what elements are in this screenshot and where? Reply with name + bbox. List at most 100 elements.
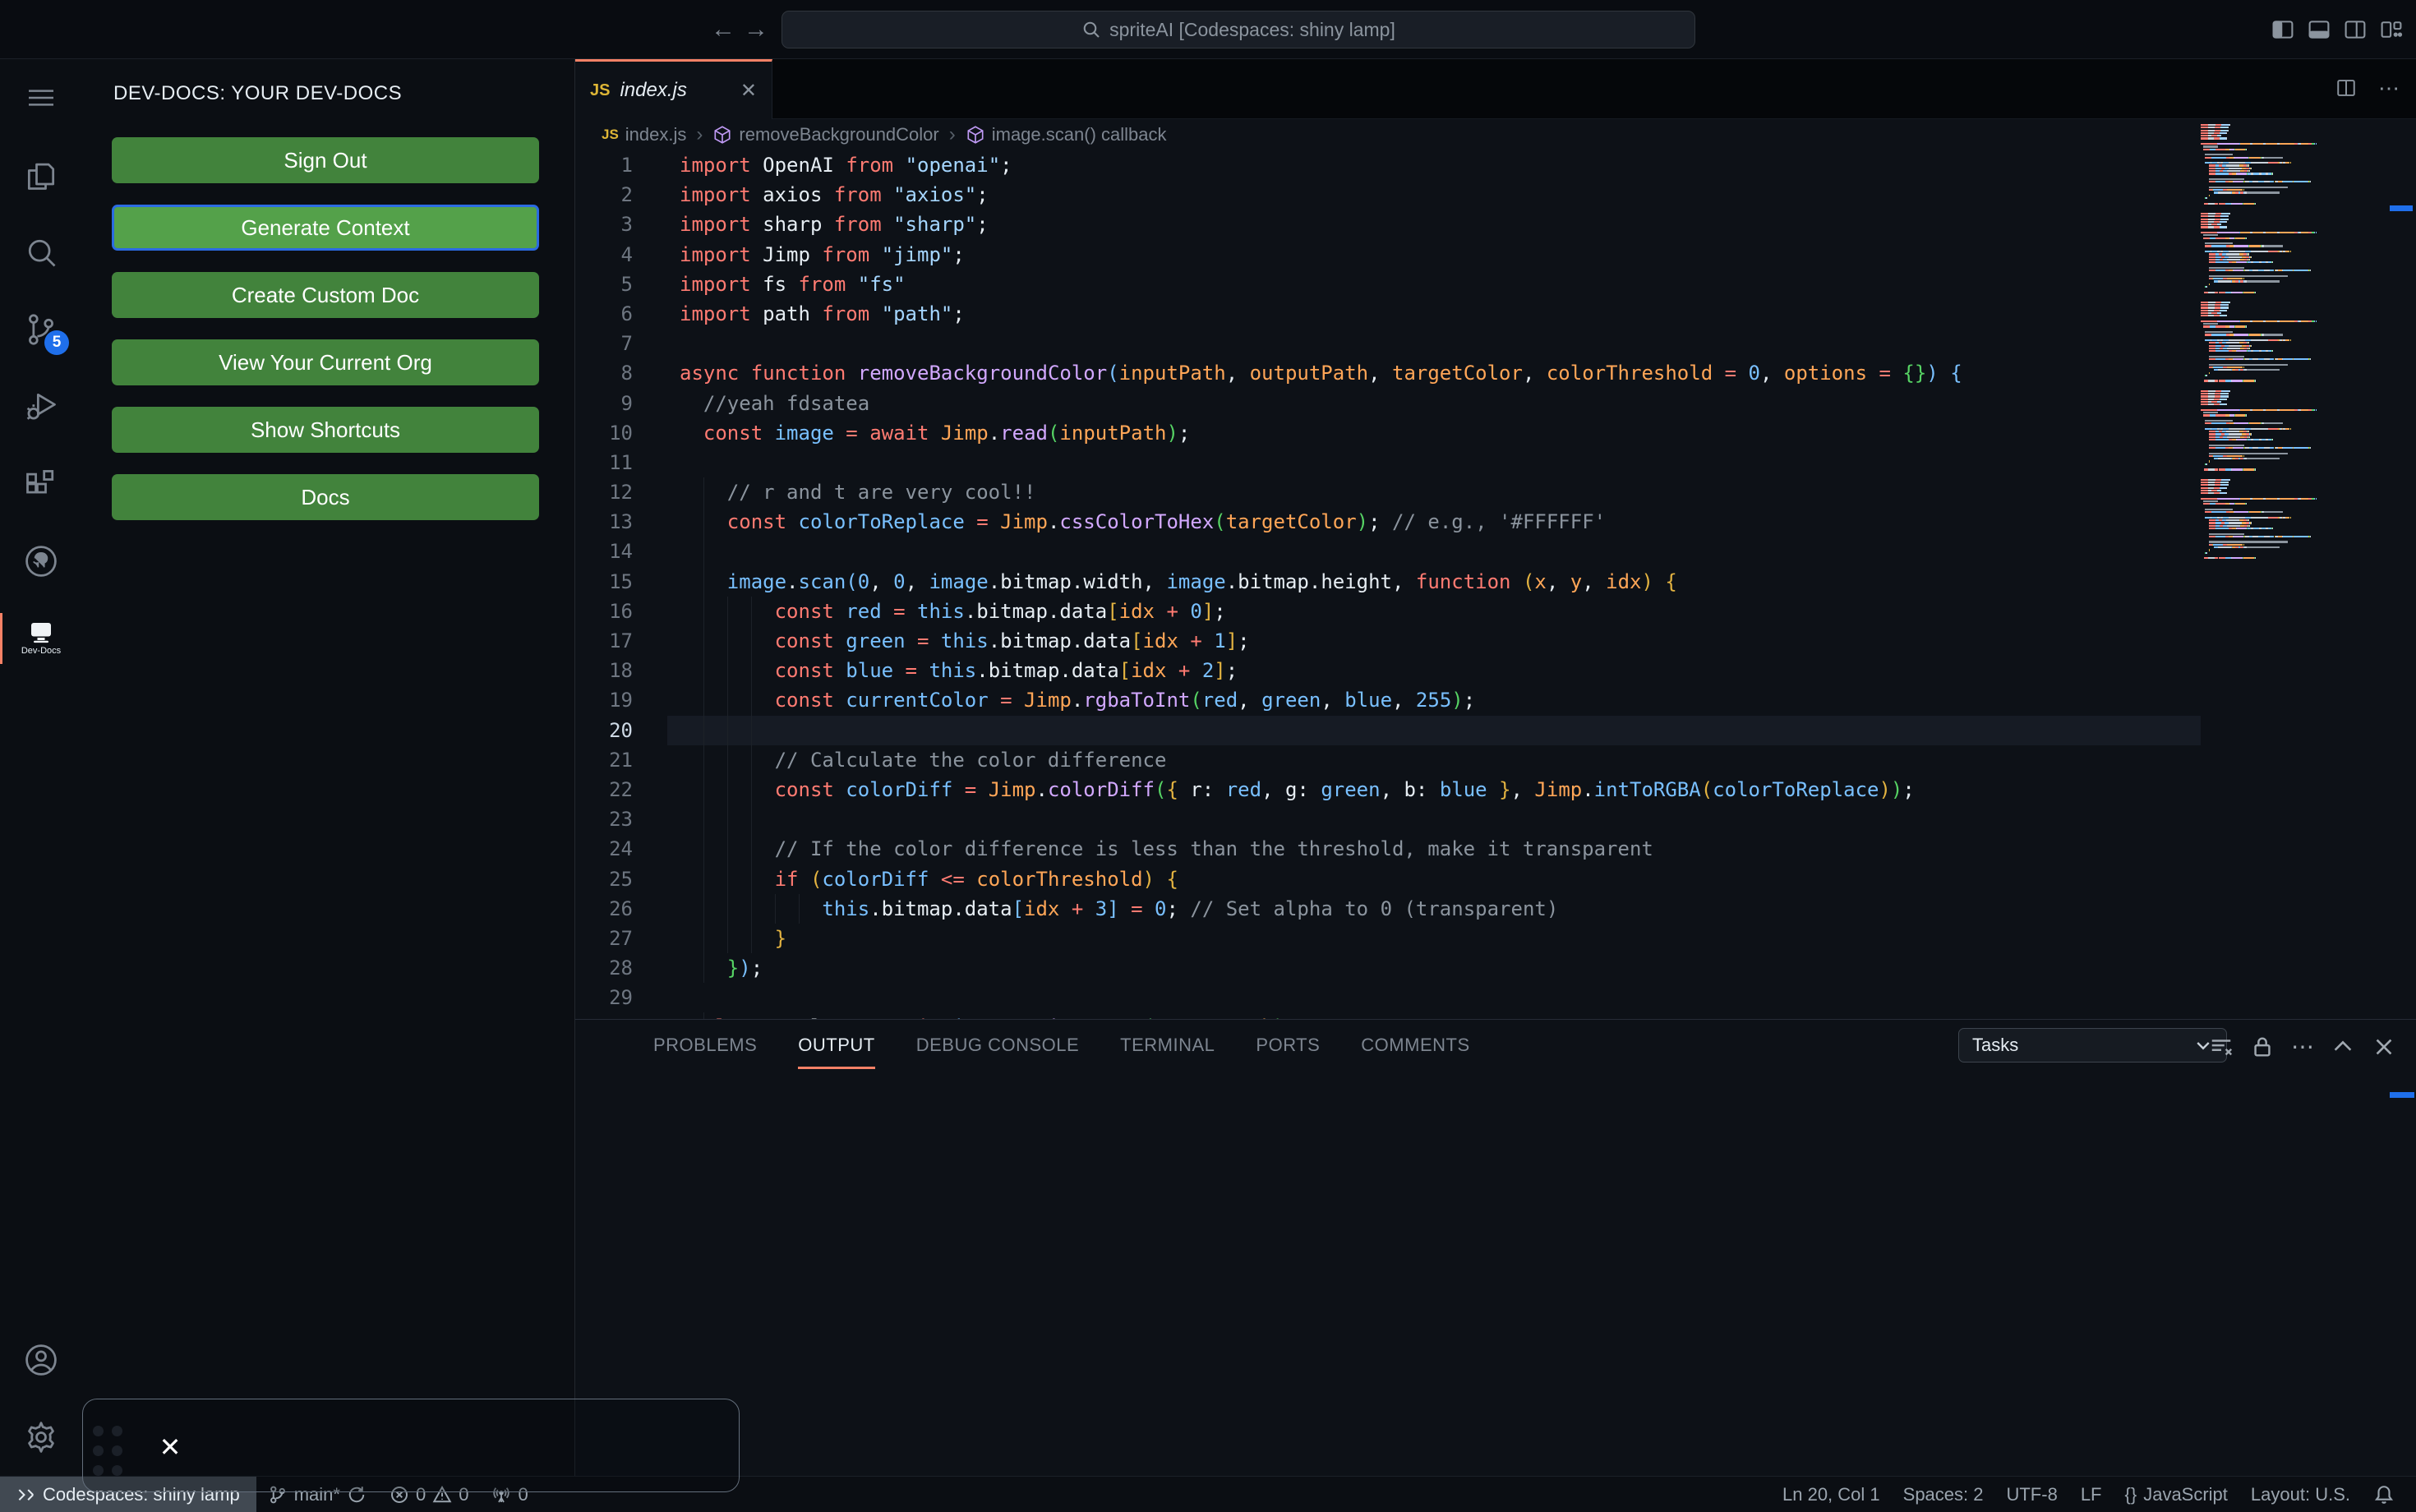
cursor-position-status[interactable]: Ln 20, Col 1 bbox=[1771, 1477, 1892, 1512]
panel-tab-output[interactable]: OUTPUT bbox=[798, 1020, 876, 1074]
sidebar-devdocs: DEV-DOCS: YOUR DEV-DOCS Sign Out Generate… bbox=[82, 59, 575, 1476]
activity-item-accounts[interactable] bbox=[0, 1321, 82, 1399]
code-line-22[interactable]: 22 const colorDiff = Jimp.colorDiff({ r:… bbox=[575, 774, 2416, 805]
forward-icon[interactable]: → bbox=[741, 15, 771, 44]
eol-status[interactable]: LF bbox=[2069, 1477, 2114, 1512]
line-number: 22 bbox=[609, 777, 633, 801]
line-number: 4 bbox=[620, 242, 633, 266]
show-shortcuts-button[interactable]: Show Shortcuts bbox=[112, 407, 539, 453]
sign-out-button[interactable]: Sign Out bbox=[112, 137, 539, 183]
code-editor[interactable]: 1 import OpenAI from "openai"; 2 import axi… bbox=[575, 150, 2416, 1019]
code-line-19[interactable]: 19 const currentColor = Jimp.rgbaToInt(r… bbox=[575, 685, 2416, 716]
panel-tab-terminal[interactable]: TERMINAL bbox=[1120, 1020, 1215, 1074]
code-line-17[interactable]: 17 const green = this.bitmap.data[idx + … bbox=[575, 626, 2416, 657]
indentation-status[interactable]: Spaces: 2 bbox=[1892, 1477, 1995, 1512]
code-line-12[interactable]: 12 // r and t are very cool!! bbox=[575, 477, 2416, 508]
activity-item-github[interactable] bbox=[0, 523, 82, 600]
code-line-5[interactable]: 5 import fs from "fs" bbox=[575, 270, 2416, 299]
code-line-15[interactable]: 15 image.scan(0, 0, image.bitmap.width, … bbox=[575, 566, 2416, 597]
code-line-9[interactable]: 9 //yeah fdsatea bbox=[575, 389, 2416, 418]
code-line-25[interactable]: 25 if (colorDiff <= colorThreshold) { bbox=[575, 864, 2416, 894]
command-center-search[interactable]: spriteAI [Codespaces: shiny lamp] bbox=[782, 11, 1695, 48]
activity-item-explorer[interactable] bbox=[0, 136, 82, 214]
code-line-7[interactable]: 7 bbox=[575, 329, 2416, 358]
code-line-10[interactable]: 10 const image = await Jimp.read(inputPa… bbox=[575, 418, 2416, 448]
breadcrumb-item[interactable]: image.scan() callback bbox=[966, 124, 1166, 145]
maximize-panel-icon[interactable] bbox=[2331, 1035, 2355, 1059]
code-line-23[interactable]: 23 bbox=[575, 804, 2416, 835]
tab-indexjs[interactable]: JS index.js ✕ bbox=[575, 59, 772, 119]
line-number: 18 bbox=[609, 659, 633, 683]
line-number: 20 bbox=[609, 718, 633, 742]
code-line-30[interactable]: 30 let result = await image.writeAsync(o… bbox=[575, 1012, 2416, 1019]
close-panel-icon[interactable] bbox=[2372, 1035, 2396, 1059]
line-text: if (colorDiff <= colorThreshold) { bbox=[774, 867, 1178, 891]
search-icon bbox=[23, 234, 59, 270]
code-line-20[interactable]: 20 bbox=[575, 715, 2416, 745]
code-line-6[interactable]: 6 import path from "path"; bbox=[575, 299, 2416, 329]
output-channel-select[interactable]: Tasks bbox=[1958, 1028, 2227, 1063]
minimap[interactable] bbox=[2201, 124, 2375, 1019]
code-line-3[interactable]: 3 import sharp from "sharp"; bbox=[575, 210, 2416, 239]
split-editor-icon[interactable] bbox=[2335, 77, 2357, 99]
notifications-bell[interactable] bbox=[2362, 1477, 2406, 1512]
layout-panel-icon[interactable] bbox=[2308, 18, 2331, 41]
line-number: 13 bbox=[609, 510, 633, 534]
code-line-4[interactable]: 4 import Jimp from "jimp"; bbox=[575, 240, 2416, 270]
lock-icon[interactable] bbox=[2250, 1035, 2275, 1059]
layout-sidebar-left-icon[interactable] bbox=[2271, 18, 2294, 41]
encoding-status[interactable]: UTF-8 bbox=[1994, 1477, 2068, 1512]
line-number: 9 bbox=[620, 391, 633, 415]
line-number: 15 bbox=[609, 569, 633, 593]
close-icon[interactable]: ✕ bbox=[154, 1431, 187, 1464]
language-status[interactable]: {} JavaScript bbox=[2114, 1477, 2239, 1512]
scm-badge: 5 bbox=[44, 330, 69, 355]
clear-output-icon[interactable] bbox=[2209, 1035, 2234, 1059]
breadcrumb-item[interactable]: removeBackgroundColor bbox=[712, 124, 939, 145]
code-line-28[interactable]: 28 }); bbox=[575, 953, 2416, 984]
drag-handle-dots[interactable] bbox=[93, 1426, 122, 1476]
activity-item-menu[interactable] bbox=[0, 59, 82, 136]
activity-item-settings[interactable] bbox=[0, 1399, 82, 1476]
panel-tab-comments[interactable]: COMMENTS bbox=[1361, 1020, 1469, 1074]
code-line-11[interactable]: 11 bbox=[575, 448, 2416, 477]
code-line-13[interactable]: 13 const colorToReplace = Jimp.cssColorT… bbox=[575, 507, 2416, 537]
code-line-29[interactable]: 29 bbox=[575, 983, 2416, 1012]
layout-sidebar-right-icon[interactable] bbox=[2344, 18, 2367, 41]
line-text: import sharp from "sharp"; bbox=[680, 213, 989, 237]
code-line-14[interactable]: 14 bbox=[575, 537, 2416, 567]
overview-ruler-cursor-marker bbox=[2390, 205, 2413, 211]
indent-guide bbox=[726, 804, 728, 835]
breadcrumb-item[interactable]: JS index.js bbox=[602, 124, 686, 145]
code-line-2[interactable]: 2 import axios from "axios"; bbox=[575, 180, 2416, 210]
indent-guide bbox=[750, 804, 752, 835]
activity-item-dev-docs[interactable]: Dev-Docs bbox=[0, 600, 82, 677]
code-line-16[interactable]: 16 const red = this.bitmap.data[idx + 0]… bbox=[575, 596, 2416, 626]
code-line-18[interactable]: 18 const blue = this.bitmap.data[idx + 2… bbox=[575, 656, 2416, 686]
line-number: 30 bbox=[575, 1012, 633, 1019]
panel-tab-debug-console[interactable]: DEBUG CONSOLE bbox=[916, 1020, 1079, 1074]
view-your-current-org-button[interactable]: View Your Current Org bbox=[112, 339, 539, 385]
line-number: 17 bbox=[609, 629, 633, 652]
create-custom-doc-button[interactable]: Create Custom Doc bbox=[112, 272, 539, 318]
panel-tab-ports[interactable]: PORTS bbox=[1256, 1020, 1320, 1074]
docs-button[interactable]: Docs bbox=[112, 474, 539, 520]
activity-item-search[interactable] bbox=[0, 214, 82, 291]
generate-context-button[interactable]: Generate Context bbox=[112, 205, 539, 251]
panel-tab-problems[interactable]: PROBLEMS bbox=[653, 1020, 757, 1074]
close-tab-icon[interactable]: ✕ bbox=[740, 79, 757, 103]
code-line-27[interactable]: 27 } bbox=[575, 923, 2416, 954]
code-line-21[interactable]: 21 // Calculate the color difference bbox=[575, 744, 2416, 775]
activity-item-source-control[interactable]: 5 bbox=[0, 291, 82, 368]
more-actions-icon[interactable]: ⋯ bbox=[2291, 1035, 2314, 1059]
activity-item-extensions[interactable] bbox=[0, 445, 82, 523]
keyboard-layout-status[interactable]: Layout: U.S. bbox=[2239, 1477, 2362, 1512]
customize-layout-icon[interactable] bbox=[2380, 18, 2403, 41]
code-line-26[interactable]: 26 this.bitmap.data[idx + 3] = 0; // Set… bbox=[575, 893, 2416, 924]
line-number: 14 bbox=[609, 540, 633, 564]
activity-item-run-and-debug[interactable] bbox=[0, 368, 82, 445]
back-icon[interactable]: ← bbox=[708, 15, 738, 44]
code-line-8[interactable]: 8 async function removeBackgroundColor(in… bbox=[575, 358, 2416, 388]
code-line-1[interactable]: 1 import OpenAI from "openai"; bbox=[575, 150, 2416, 180]
code-line-24[interactable]: 24 // If the color difference is less th… bbox=[575, 834, 2416, 864]
